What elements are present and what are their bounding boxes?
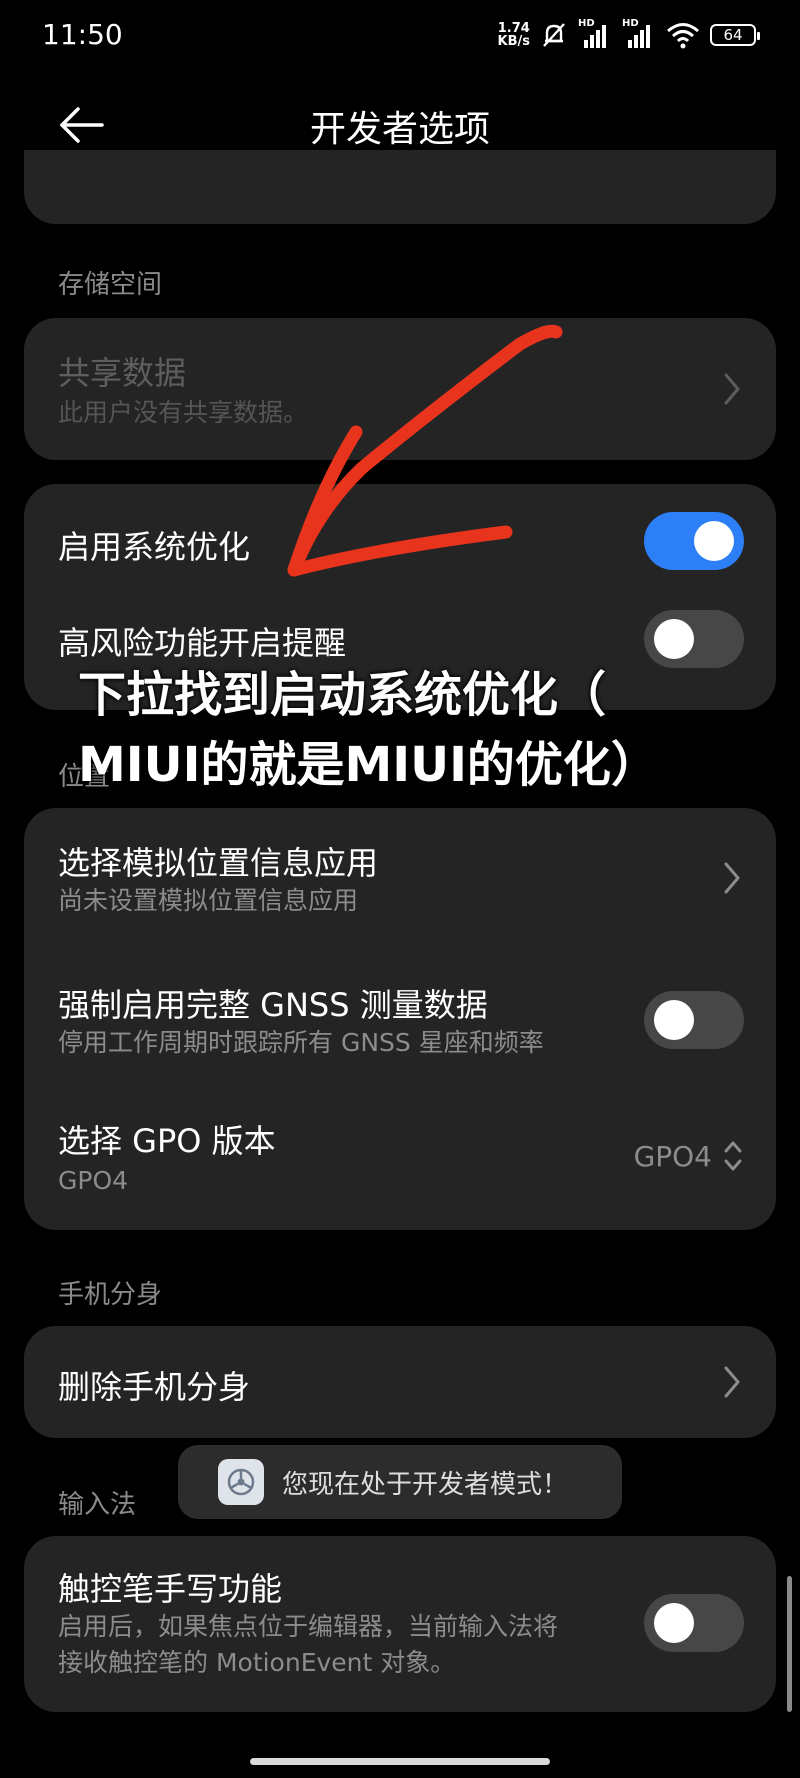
system-optimization-item[interactable]: 启用系统优化 [24, 484, 776, 596]
clone-card: 删除手机分身 [24, 1326, 776, 1438]
mock-location-subtitle: 尚未设置模拟位置信息应用 [58, 886, 359, 915]
gpo-version-subtitle: GPO4 [58, 1166, 129, 1195]
gnss-toggle[interactable] [644, 991, 744, 1049]
scrollbar-thumb[interactable] [787, 1576, 792, 1712]
shared-data-subtitle: 此用户没有共享数据。 [58, 398, 309, 427]
wifi-icon [667, 23, 699, 49]
section-label-input: 输入法 [58, 1490, 137, 1520]
stylus-handwriting-title: 触控笔手写功能 [58, 1570, 283, 1608]
delete-clone-item[interactable]: 删除手机分身 [24, 1326, 776, 1438]
section-label-storage: 存储空间 [58, 270, 163, 300]
stylus-handwriting-subtitle-1: 启用后，如果焦点位于编辑器，当前输入法将 [58, 1612, 559, 1641]
battery-icon: 64 [710, 24, 760, 46]
risk-reminder-title: 高风险功能开启提醒 [58, 624, 347, 662]
gpo-version-value: GPO4 [633, 1139, 712, 1173]
gnss-item[interactable]: 强制启用完整 GNSS 测量数据 停用工作周期时跟踪所有 GNSS 星座和频率 [24, 950, 776, 1090]
home-indicator[interactable] [250, 1758, 550, 1765]
scrolled-card-bottom [24, 150, 776, 224]
toast-message: 您现在处于开发者模式！ [282, 1469, 569, 1500]
status-icons: 1.74 KB/s HD HD 64 [497, 18, 760, 50]
overlay-caption-line-1: 下拉找到启动系统优化（ [78, 667, 607, 723]
stylus-handwriting-toggle[interactable] [644, 1594, 744, 1652]
overlay-caption: 下拉找到启动系统优化（ MIUI的就是MIUI的优化） [78, 660, 778, 800]
chevron-right-icon [724, 373, 740, 405]
status-time: 11:50 [42, 18, 123, 51]
gpo-version-title: 选择 GPO 版本 [58, 1122, 276, 1160]
stylus-handwriting-item[interactable]: 触控笔手写功能 启用后，如果焦点位于编辑器，当前输入法将 接收触控笔的 Moti… [24, 1536, 776, 1712]
shared-data-title: 共享数据 [58, 354, 187, 392]
shared-data-item[interactable]: 共享数据 此用户没有共享数据。 [24, 318, 776, 460]
network-speed: 1.74 KB/s [497, 21, 530, 49]
chevron-up-down-icon [724, 1141, 742, 1171]
bell-muted-icon [543, 23, 565, 47]
gnss-subtitle: 停用工作周期时跟踪所有 GNSS 星座和频率 [58, 1028, 544, 1057]
delete-clone-title: 删除手机分身 [58, 1368, 251, 1406]
overlay-caption-line-2: MIUI的就是MIUI的优化） [78, 737, 659, 793]
chevron-right-icon [724, 862, 740, 894]
input-card: 触控笔手写功能 启用后，如果焦点位于编辑器，当前输入法将 接收触控笔的 Moti… [24, 1536, 776, 1712]
developer-mode-toast: 您现在处于开发者模式！ [178, 1445, 622, 1519]
system-optimization-toggle[interactable] [644, 512, 744, 570]
section-label-clone: 手机分身 [58, 1280, 163, 1310]
gpo-version-select[interactable]: GPO4 [634, 1138, 744, 1174]
page-title: 开发者选项 [309, 109, 490, 150]
signal-icon-2: HD [622, 18, 656, 50]
status-bar: 11:50 1.74 KB/s HD HD 64 [0, 0, 800, 72]
mock-location-item[interactable]: 选择模拟位置信息应用 尚未设置模拟位置信息应用 [24, 808, 776, 950]
stylus-handwriting-subtitle-2: 接收触控笔的 MotionEvent 对象。 [58, 1648, 456, 1677]
location-card: 选择模拟位置信息应用 尚未设置模拟位置信息应用 强制启用完整 GNSS 测量数据… [24, 808, 776, 1230]
signal-icon-1: HD [578, 18, 612, 50]
shared-data-card: 共享数据 此用户没有共享数据。 [24, 318, 776, 460]
gpo-version-item[interactable]: 选择 GPO 版本 GPO4 GPO4 [24, 1090, 776, 1230]
chevron-right-icon [724, 1366, 740, 1398]
mock-location-title: 选择模拟位置信息应用 [58, 844, 379, 882]
gnss-title: 强制启用完整 GNSS 测量数据 [58, 986, 488, 1024]
system-optimization-title: 启用系统优化 [58, 528, 251, 566]
settings-gear-icon [218, 1459, 264, 1505]
